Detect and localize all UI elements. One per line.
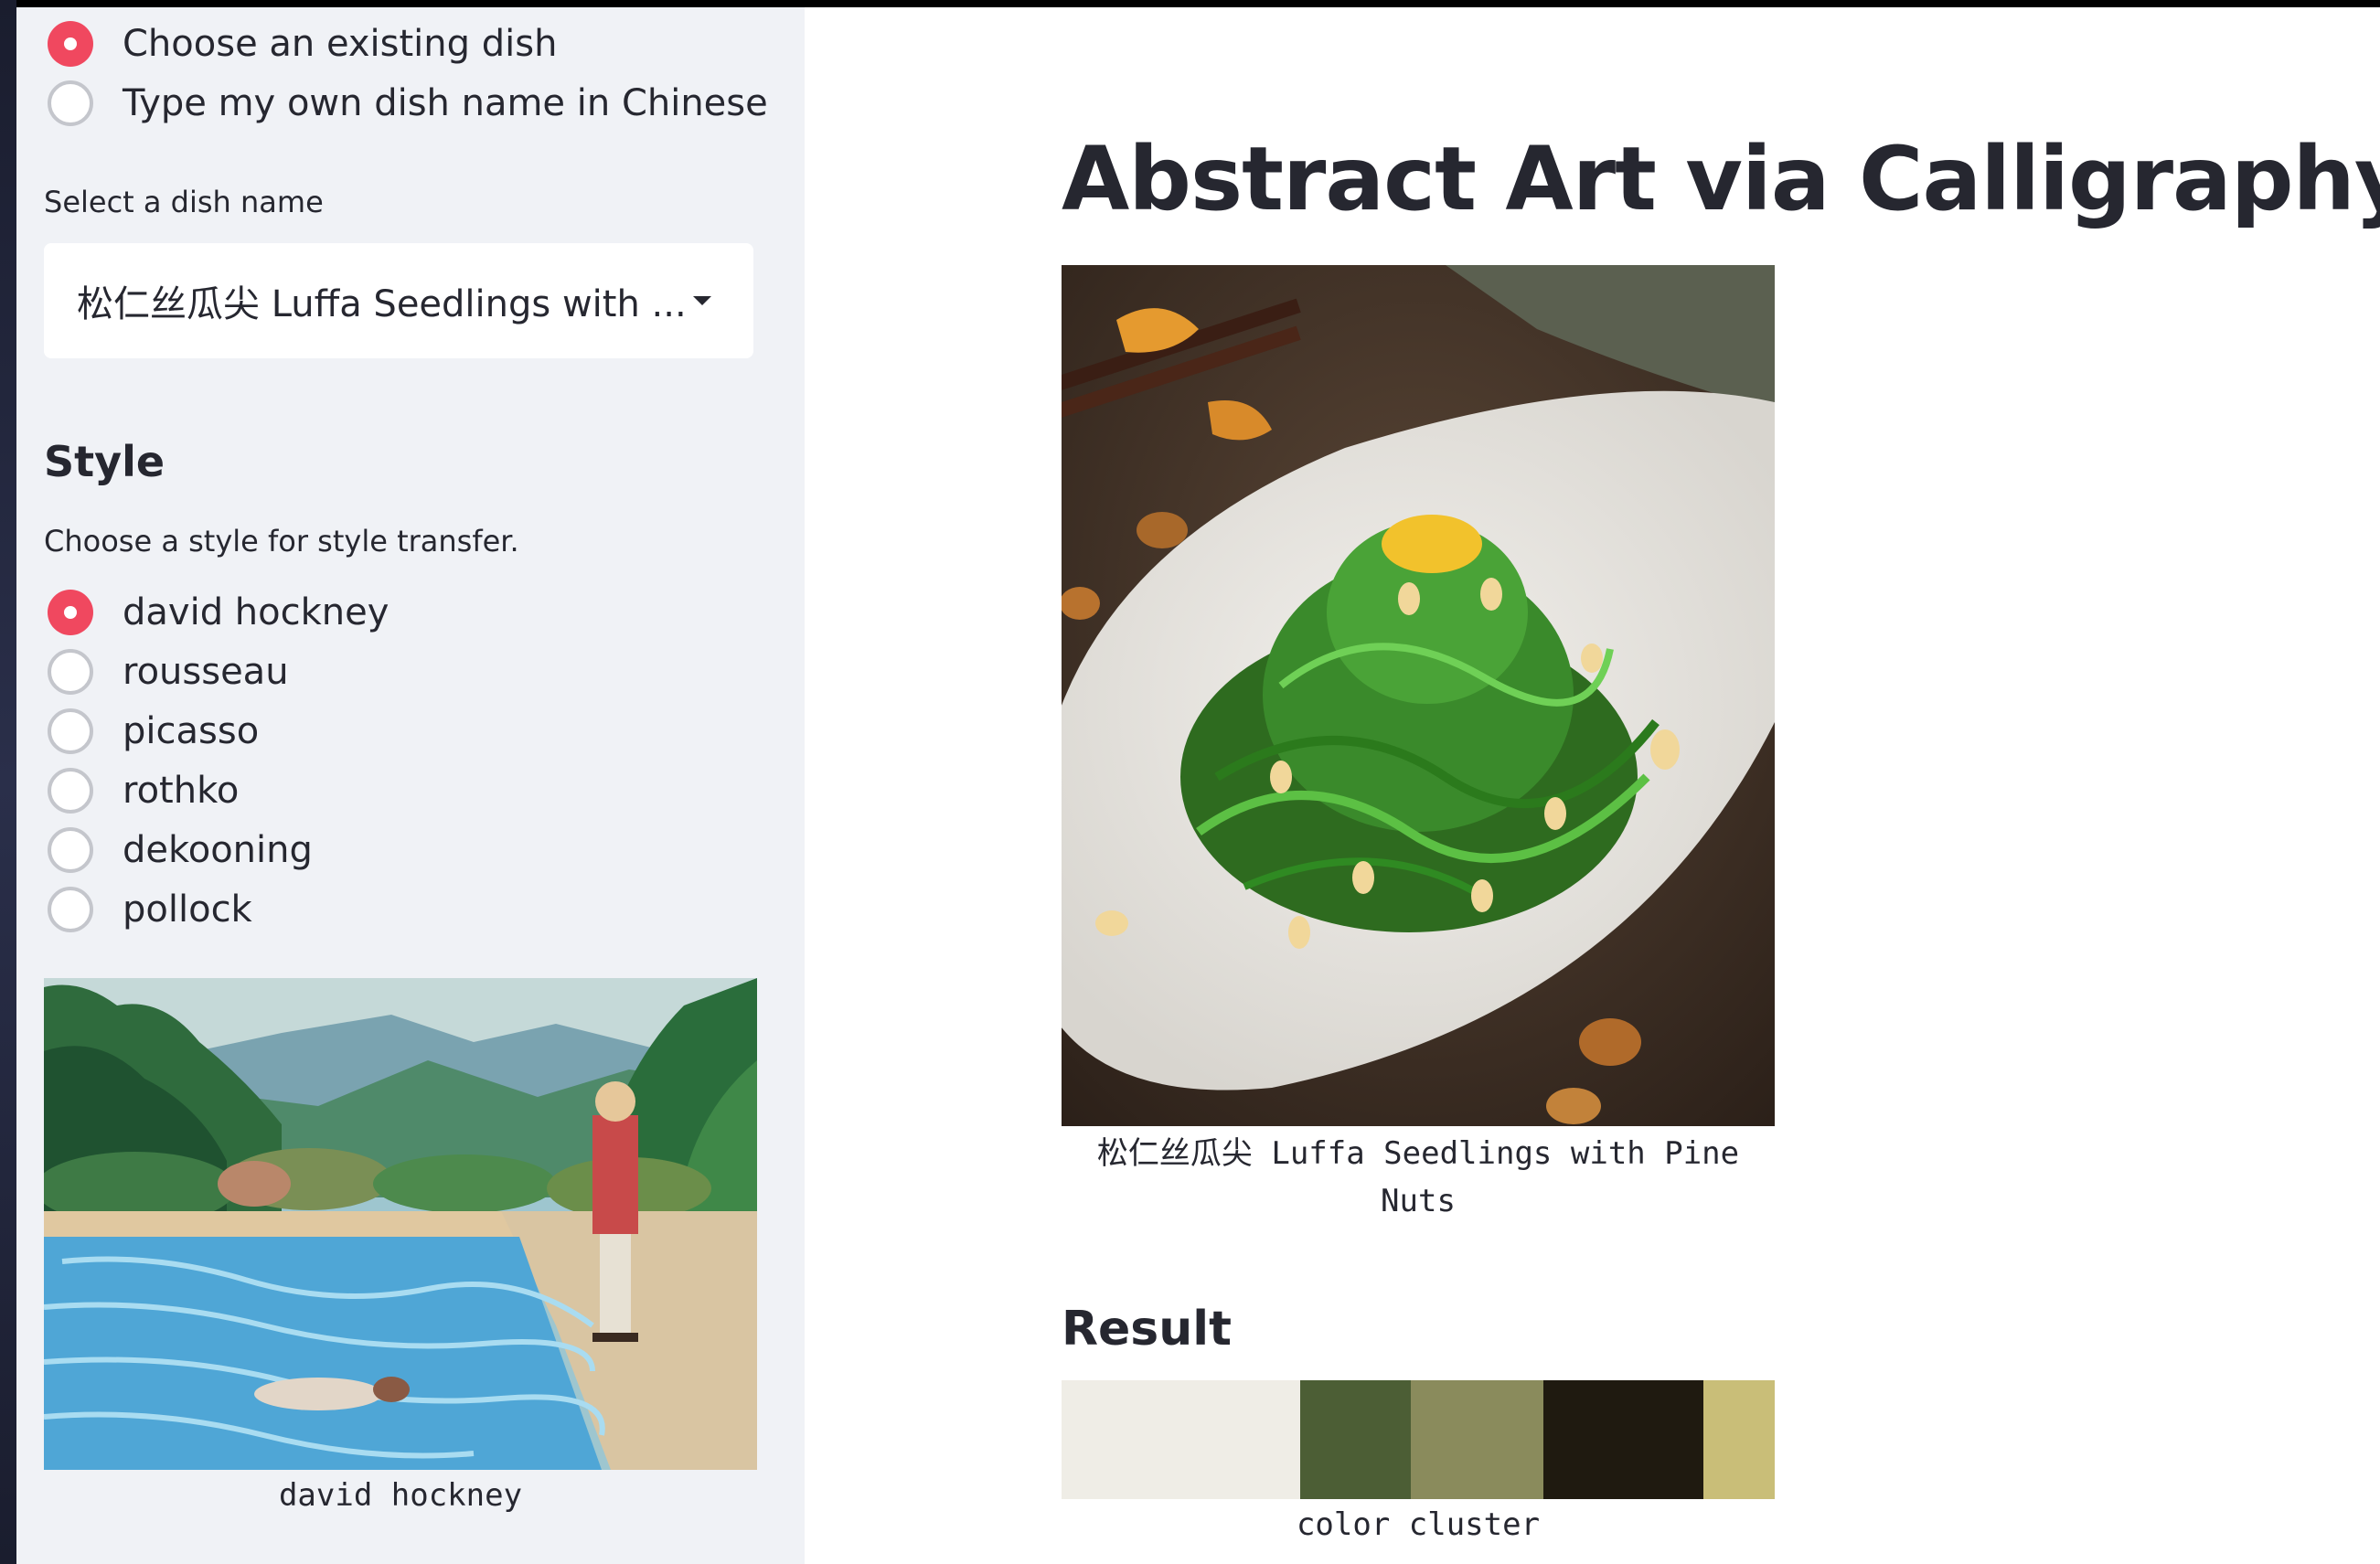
main-content: Abstract Art via CalligraphyGAN: [805, 7, 2380, 1564]
caret-down-icon[interactable]: [693, 296, 711, 305]
radio-style-rousseau[interactable]: rousseau: [48, 644, 289, 699]
radio-style-picasso[interactable]: picasso: [48, 704, 259, 759]
desktop-background: [0, 0, 16, 1564]
palette-swatch: [1300, 1380, 1412, 1499]
dish-image-caption: 松仁丝瓜尖 Luffa Seedlings with Pine Nuts: [1096, 1135, 1740, 1219]
dish-select-value: 松仁丝瓜尖 Luffa Seedlings with ...: [77, 283, 687, 325]
page-title: Abstract Art via CalligraphyGAN: [1062, 128, 2380, 230]
radio-button-checked[interactable]: [48, 21, 93, 67]
palette-swatch: [1703, 1380, 1775, 1499]
radio-style-pollock[interactable]: pollock: [48, 882, 252, 937]
sidebar: Choose an existing dish Type my own dish…: [16, 7, 805, 1564]
style-heading: Style: [44, 437, 165, 486]
dish-select-label: Select a dish name: [44, 185, 324, 219]
palette-swatch: [1542, 1380, 1703, 1499]
radio-label: rousseau: [123, 651, 289, 693]
radio-button[interactable]: [48, 80, 93, 126]
color-cluster-palette: [1062, 1380, 1775, 1499]
radio-label: david hockney: [123, 591, 390, 633]
style-description: Choose a style for style transfer.: [44, 524, 519, 559]
radio-button[interactable]: [48, 649, 93, 695]
radio-type-own-dish[interactable]: Type my own dish name in Chinese: [48, 76, 768, 131]
pool-painting-illustration: [44, 978, 757, 1470]
radio-style-dekooning[interactable]: dekooning: [48, 823, 313, 878]
radio-choose-existing-dish[interactable]: Choose an existing dish: [48, 16, 557, 71]
radio-label: picasso: [123, 710, 260, 752]
palette-caption: color cluster: [1296, 1506, 1541, 1543]
result-heading: Result: [1062, 1302, 1232, 1357]
palette-swatch: [1411, 1380, 1543, 1499]
radio-label: dekooning: [123, 829, 313, 871]
dish-photo-illustration: [1062, 265, 1775, 1126]
radio-button-checked[interactable]: [48, 590, 93, 635]
radio-label: pollock: [123, 888, 252, 931]
radio-button[interactable]: [48, 768, 93, 814]
radio-style-rothko[interactable]: rothko: [48, 763, 239, 818]
style-image-caption: david hockney: [278, 1477, 523, 1514]
radio-label: rothko: [123, 770, 240, 812]
style-preview-image: [44, 978, 757, 1470]
radio-style-david-hockney[interactable]: david hockney: [48, 585, 389, 640]
radio-button[interactable]: [48, 827, 93, 873]
radio-label: Choose an existing dish: [123, 23, 558, 65]
dish-select[interactable]: 松仁丝瓜尖 Luffa Seedlings with ...: [44, 243, 753, 358]
radio-button[interactable]: [48, 887, 93, 932]
radio-button[interactable]: [48, 708, 93, 754]
app-window: Choose an existing dish Type my own dish…: [0, 0, 2380, 1564]
dish-image: [1062, 265, 1775, 1126]
palette-swatch: [1062, 1380, 1301, 1499]
radio-label: Type my own dish name in Chinese: [123, 82, 768, 124]
